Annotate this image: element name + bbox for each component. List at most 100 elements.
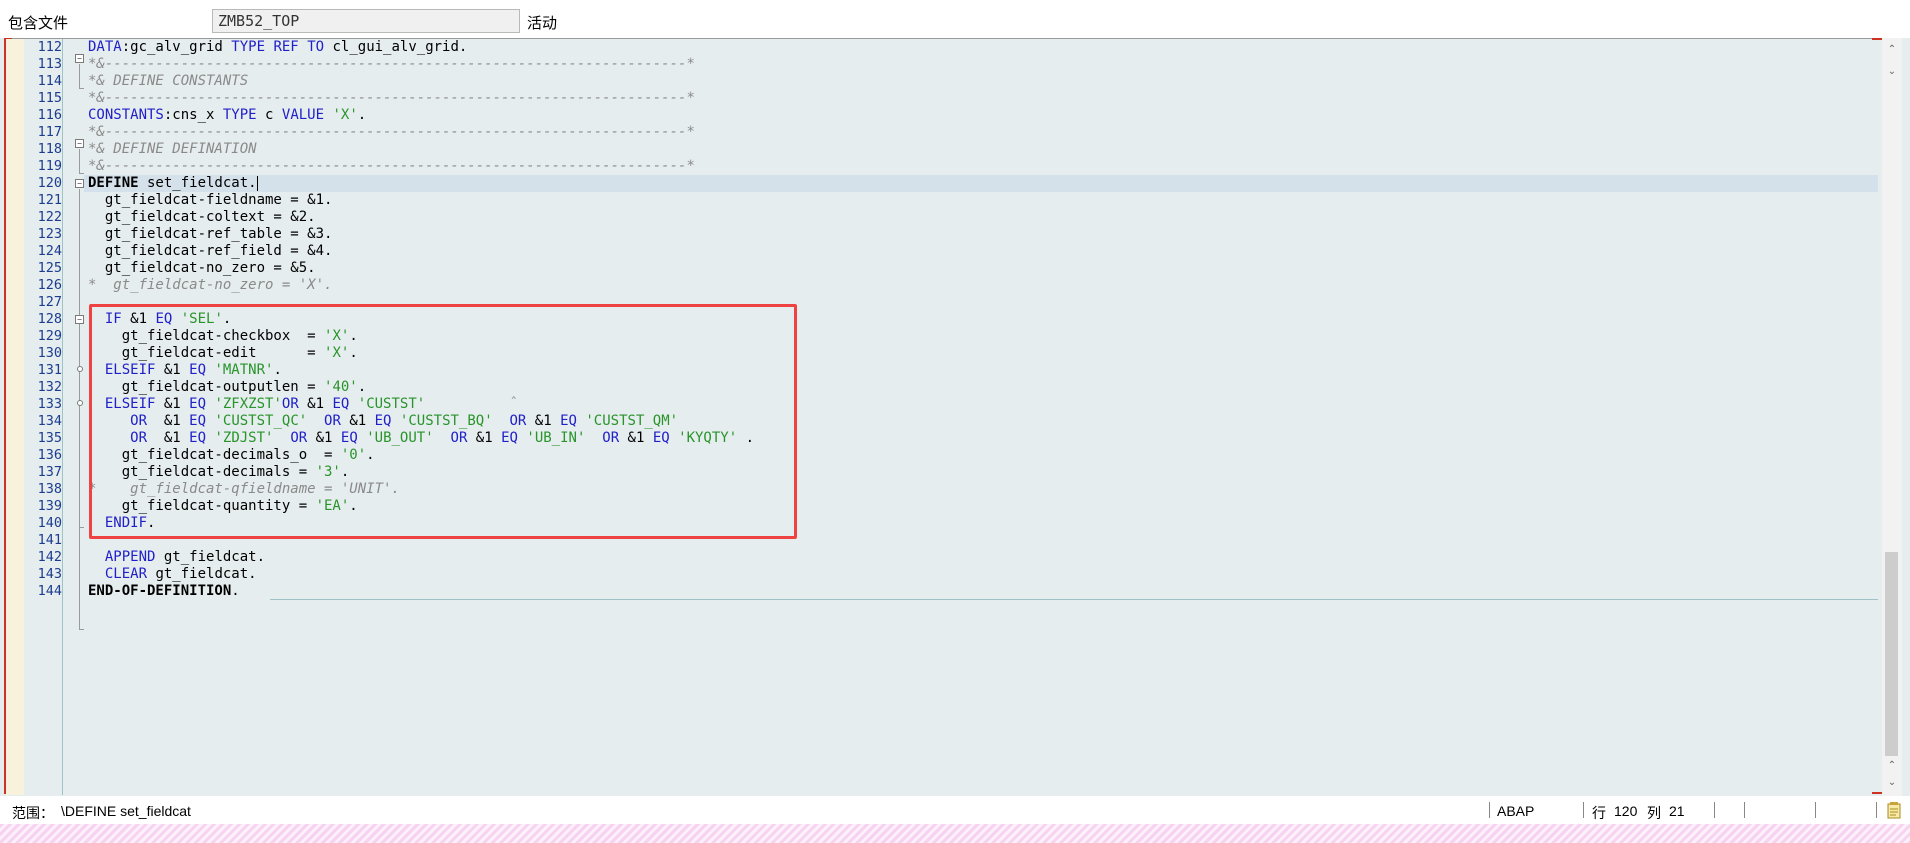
scroll-down-arrow-icon[interactable]: ⌄ [1882,775,1902,791]
activation-status: 活动 [527,15,558,32]
window-bottom-edge [0,824,1910,843]
line-number: 133 [37,396,62,412]
line-number: 142 [37,549,62,565]
line-number: 123 [37,226,62,242]
line-number: 122 [37,209,62,225]
line-number: 118 [37,141,62,157]
code-line-143: CLEAR gt_fieldcat. [104,566,257,582]
line-number: 120 [37,175,62,191]
scope-label: 范围： [12,805,54,821]
line-number: 117 [37,124,62,140]
fold-collapse-icon[interactable]: − [75,315,84,324]
line-number: 124 [37,243,62,259]
end-of-text-line [270,599,1878,600]
code-line-123: gt_fieldcat-ref_table = &3. [88,226,333,242]
gutter-divider [62,39,63,795]
line-number: 113 [37,56,62,72]
fold-end-tick [79,173,84,174]
current-line-highlight [84,175,1878,192]
code-line-124: gt_fieldcat-ref_field = &4. [88,243,333,259]
status-separator [1876,802,1877,818]
line-number: 130 [37,345,62,361]
line-number: 119 [37,158,62,174]
abap-code-editor[interactable]: 112 113 114 115 116 117 118 119 120 121 122 123 124 1… [0,38,1910,796]
code-line-114: *& DEFINE CONSTANTS [88,73,249,89]
fold-end-tick [79,88,84,89]
include-bar: 包含文件 ZMB52_TOP 活动 [0,0,1910,38]
fold-rail [79,149,80,173]
code-line-121: gt_fieldcat-fieldname = &1. [88,192,333,208]
line-number: 116 [37,107,62,123]
fold-end-tick [79,527,84,528]
code-line-142: APPEND gt_fieldcat. [104,549,266,565]
line-number: 126 [37,277,62,293]
fold-collapse-icon[interactable]: − [75,139,84,148]
column-value: 21 [1669,803,1685,819]
code-line-125: gt_fieldcat-no_zero = &5. [88,260,316,276]
line-number: 131 [37,362,62,378]
status-bar: 范围： \DEFINE set_fieldcat ABAP 行 120 列 21 [0,796,1910,824]
code-line-119: *&--------------------------------------… [88,158,695,174]
row-value: 120 [1614,803,1638,819]
code-line-144: END-OF-DEFINITION. [88,583,240,599]
code-line-112: DATA:gc_alv_grid TYPE REF TO cl_gui_alv_… [88,39,468,55]
code-line-126: * gt_fieldcat-no_zero = 'X'. [88,277,333,293]
status-separator [1583,802,1584,818]
row-label: 行 [1592,805,1606,821]
scope-value: \DEFINE set_fieldcat [61,803,191,819]
fold-collapse-icon[interactable]: − [75,179,84,188]
fold-collapse-icon[interactable]: − [75,54,84,63]
annotation-highlight-box [89,304,797,539]
notes-icon[interactable] [1886,801,1902,819]
scroll-down-arrow-icon[interactable]: ⌄ [1882,64,1902,80]
line-number: 138 [37,481,62,497]
code-line-120: DEFINE set_fieldcat. [88,175,258,191]
line-number: 129 [37,328,62,344]
line-number: 134 [37,413,62,429]
line-number: 139 [37,498,62,514]
column-label: 列 [1647,805,1661,821]
fold-rail [79,189,80,630]
scroll-up-arrow-icon[interactable]: ⌃ [1882,758,1902,774]
line-number: 115 [37,90,62,106]
code-line-113: *&--------------------------------------… [88,56,695,72]
code-line-115: *&--------------------------------------… [88,90,695,106]
line-number: 112 [37,39,62,55]
code-line-122: gt_fieldcat-coltext = &2. [88,209,316,225]
include-program-field[interactable]: ZMB52_TOP [212,9,520,33]
line-number: 144 [37,583,62,599]
status-separator [1714,802,1715,818]
line-number: 137 [37,464,62,480]
line-number: 136 [37,447,62,463]
text-cursor [256,175,258,191]
line-number: 128 [37,311,62,327]
line-number: 140 [37,515,62,531]
scroll-up-arrow-icon[interactable]: ⌃ [1882,42,1902,58]
breakpoint-margin[interactable] [6,39,25,795]
code-line-118: *& DEFINE DEFINATION [88,141,257,157]
status-separator [1489,802,1490,818]
include-label: 包含文件 [8,15,69,32]
vertical-scrollbar[interactable]: ⌃ ⌄ ⌃ ⌄ [1882,38,1902,796]
line-number: 121 [37,192,62,208]
line-number: 141 [37,532,62,548]
fold-branch-icon [77,400,83,406]
line-number: 132 [37,379,62,395]
language-indicator: ABAP [1497,803,1535,819]
fold-end-tick [79,629,84,630]
line-number: 127 [37,294,62,310]
status-separator [1744,802,1745,818]
code-line-116: CONSTANTS:cns_x TYPE c VALUE 'X'. [88,107,367,123]
line-number-gutter: 112 113 114 115 116 117 118 119 120 121 122 123 124 1… [24,39,62,795]
status-separator [1815,802,1816,818]
fold-branch-icon [77,366,83,372]
line-number: 114 [37,73,62,89]
line-number: 143 [37,566,62,582]
editor-corner-marker [1872,792,1882,794]
editor-corner-marker [1872,38,1882,40]
line-number: 125 [37,260,62,276]
fold-rail [79,64,80,88]
scrollbar-thumb[interactable] [1885,552,1898,756]
code-line-117: *&--------------------------------------… [88,124,695,140]
line-number: 135 [37,430,62,446]
